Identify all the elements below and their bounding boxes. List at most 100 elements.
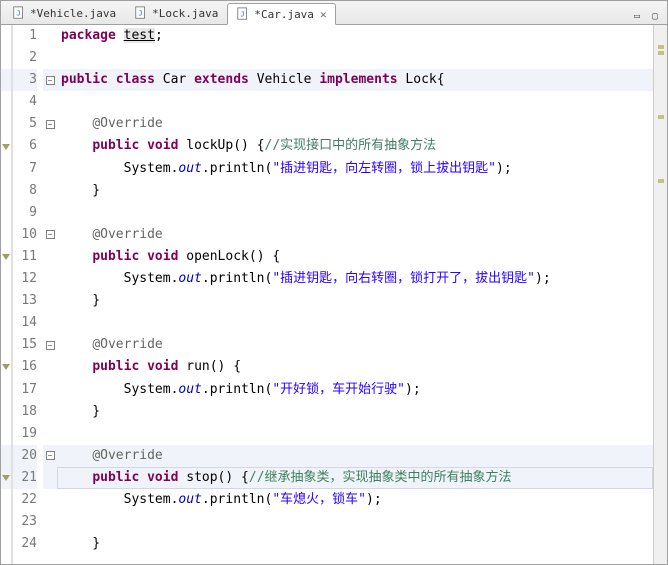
marker-cell — [1, 334, 11, 356]
marker-cell — [1, 202, 11, 224]
fold-cell: − — [43, 69, 57, 91]
code-line[interactable]: @Override — [57, 224, 653, 246]
fold-cell — [43, 180, 57, 202]
tab-label: *Lock.java — [152, 7, 218, 20]
code-line[interactable]: System.out.println("开好锁，车开始行驶"); — [57, 379, 653, 401]
line-number: 6 — [13, 135, 37, 157]
code-line[interactable] — [57, 91, 653, 113]
fold-collapse-icon[interactable]: − — [46, 120, 55, 129]
line-number: 19 — [13, 423, 37, 445]
fold-cell — [43, 379, 57, 401]
marker-cell — [1, 467, 11, 489]
override-marker-icon[interactable] — [2, 475, 10, 481]
fold-cell — [43, 312, 57, 334]
marker-cell — [1, 533, 11, 555]
overview-ruler[interactable] — [653, 25, 667, 564]
code-line[interactable]: } — [57, 290, 653, 312]
fold-cell — [43, 202, 57, 224]
fold-cell — [43, 47, 57, 69]
overview-mark[interactable] — [658, 45, 664, 49]
svg-text:J: J — [138, 10, 142, 18]
tab-lock[interactable]: J *Lock.java — [125, 2, 227, 24]
overview-mark[interactable] — [658, 179, 664, 183]
marker-cell — [1, 47, 11, 69]
code-line[interactable]: } — [57, 533, 653, 555]
code-line[interactable]: public class Car extends Vehicle impleme… — [57, 69, 653, 91]
marker-cell — [1, 224, 11, 246]
code-line[interactable]: public void run() { — [57, 356, 653, 378]
line-number: 11 — [13, 246, 37, 268]
code-line[interactable]: } — [57, 180, 653, 202]
marker-cell — [1, 356, 11, 378]
code-line[interactable]: @Override — [57, 334, 653, 356]
line-number: 4 — [13, 91, 37, 113]
tab-vehicle[interactable]: J *Vehicle.java — [3, 2, 125, 24]
line-number: 20 — [13, 445, 37, 467]
line-number: 3 — [13, 69, 37, 91]
line-number: 18 — [13, 401, 37, 423]
fold-cell: − — [43, 224, 57, 246]
code-line[interactable]: System.out.println("插进钥匙，向右转圈，锁打开了，拔出钥匙"… — [57, 268, 653, 290]
code-line[interactable] — [57, 511, 653, 533]
code-line[interactable] — [57, 202, 653, 224]
line-number: 13 — [13, 290, 37, 312]
fold-cell: − — [43, 334, 57, 356]
fold-cell — [43, 467, 57, 489]
marker-cell — [1, 135, 11, 157]
marker-cell — [1, 401, 11, 423]
fold-cell — [43, 268, 57, 290]
code-line[interactable]: } — [57, 401, 653, 423]
line-number: 10 — [13, 224, 37, 246]
fold-cell: − — [43, 113, 57, 135]
code-line[interactable]: System.out.println("插进钥匙，向左转圈，锁上拔出钥匙"); — [57, 158, 653, 180]
line-number: 12 — [13, 268, 37, 290]
marker-cell — [1, 423, 11, 445]
code-line[interactable]: public void openLock() { — [57, 246, 653, 268]
code-area[interactable]: package test; public class Car extends Ve… — [57, 25, 653, 564]
fold-cell — [43, 423, 57, 445]
fold-collapse-icon[interactable]: − — [46, 76, 55, 85]
code-line[interactable] — [57, 47, 653, 69]
minimize-icon[interactable]: ▭ — [629, 8, 645, 24]
overview-mark[interactable] — [658, 115, 664, 119]
fold-collapse-icon[interactable]: − — [46, 230, 55, 239]
marker-cell — [1, 445, 11, 467]
fold-cell — [43, 511, 57, 533]
tab-toolbar: ▭ ▢ — [629, 8, 667, 24]
code-line[interactable]: @Override — [57, 445, 653, 467]
code-line[interactable]: public void lockUp() {//实现接口中的所有抽象方法 — [57, 135, 653, 157]
marker-cell — [1, 158, 11, 180]
override-marker-icon[interactable] — [2, 144, 10, 150]
marker-cell — [1, 113, 11, 135]
code-line[interactable]: System.out.println("车熄火，锁车"); — [57, 489, 653, 511]
line-number: 22 — [13, 489, 37, 511]
marker-cell — [1, 25, 11, 47]
close-icon[interactable]: ✕ — [320, 8, 327, 21]
marker-cell — [1, 312, 11, 334]
fold-cell — [43, 290, 57, 312]
override-marker-icon[interactable] — [2, 364, 10, 370]
code-line[interactable]: public void stop() {//继承抽象类，实现抽象类中的所有抽象方… — [57, 467, 653, 489]
line-number: 1 — [13, 25, 37, 47]
marker-cell — [1, 180, 11, 202]
fold-collapse-icon[interactable]: − — [46, 341, 55, 350]
code-line[interactable] — [57, 312, 653, 334]
code-line[interactable]: @Override — [57, 113, 653, 135]
folding-ruler: − − − − − — [43, 25, 57, 564]
svg-text:J: J — [16, 10, 20, 18]
code-line[interactable]: package test; — [57, 25, 653, 47]
fold-cell — [43, 158, 57, 180]
fold-collapse-icon[interactable]: − — [46, 451, 55, 460]
line-number: 15 — [13, 334, 37, 356]
java-file-icon: J — [236, 7, 250, 21]
maximize-icon[interactable]: ▢ — [647, 8, 663, 24]
code-editor[interactable]: 123456789101112131415161718192021222324 … — [1, 25, 667, 564]
fold-cell — [43, 401, 57, 423]
override-marker-icon[interactable] — [2, 254, 10, 260]
marker-cell — [1, 489, 11, 511]
tab-car[interactable]: J *Car.java ✕ — [227, 3, 335, 25]
code-line[interactable] — [57, 423, 653, 445]
fold-cell — [43, 135, 57, 157]
tab-label: *Car.java — [254, 8, 314, 21]
overview-mark[interactable] — [658, 51, 664, 55]
